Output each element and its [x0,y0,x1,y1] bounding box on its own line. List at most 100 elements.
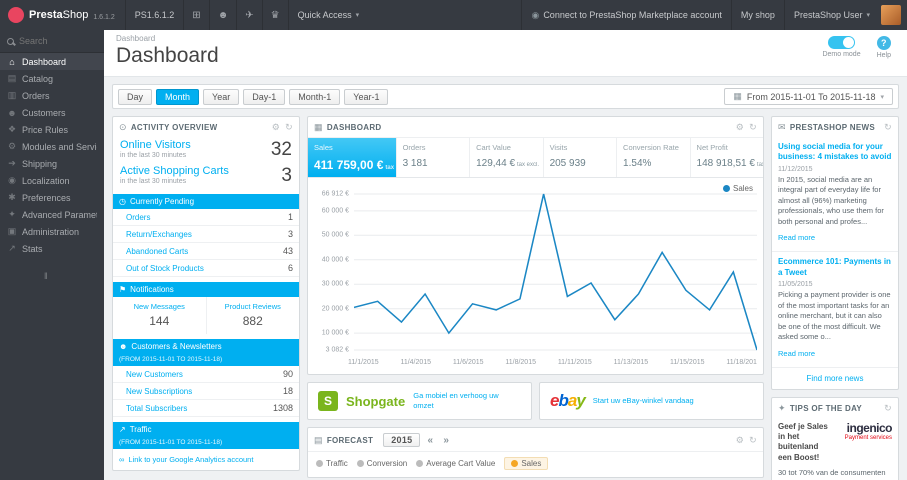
refresh-icon[interactable]: ↻ [884,403,892,414]
shopgate-ad[interactable]: S Shopgate Ga mobiel en verhoog uw omzet [307,382,532,420]
messages-icon[interactable]: ✈ [236,0,261,30]
quick-access-menu[interactable]: Quick Access ▾ [287,0,369,30]
refresh-icon[interactable]: ↻ [884,122,892,133]
kpi-net-profit[interactable]: Net Profit 148 918,51 €tax excl. [689,138,763,177]
globe-icon: ◉ [8,175,16,185]
next-year-button[interactable]: » [440,435,452,446]
refresh-icon[interactable]: ↻ [749,435,757,446]
sidebar-item-preferences[interactable]: ✱ Preferences [0,189,104,206]
sidebar-item-advanced-parameters[interactable]: ✦Advanced Parameters [0,206,104,223]
search-input[interactable] [19,36,91,46]
kpi-visits[interactable]: Visits 205 939 [542,138,616,177]
news-article-date: 11/05/2015 [778,281,813,289]
prestashop-logo[interactable]: PrestaShop 1.6.1.2 [0,0,125,30]
chart-legend[interactable]: Sales [722,184,753,193]
user-menu[interactable]: PrestaShop User ▾ [783,0,879,30]
sidebar-item-modules[interactable]: ⚙Modules and Services [0,138,104,155]
sidebar-item-administration[interactable]: ▣ Administration [0,223,104,240]
legend-average-cart-value[interactable]: Average Cart Value [416,459,495,468]
sidebar-item-localization[interactable]: ◉ Localization [0,172,104,189]
badges-icon[interactable]: ♛ [261,0,288,30]
gear-icon[interactable]: ⚙ [736,435,744,446]
sidebar-search[interactable] [0,30,104,53]
previous-year-button[interactable]: « [424,435,436,446]
pending-orders-row[interactable]: Orders 1 [113,209,299,226]
news-article-title[interactable]: Using social media for your business: 4 … [778,142,892,163]
help-label: Help [876,52,891,59]
active-carts-label: Active Shopping Carts [120,165,229,177]
filter-month-1-button[interactable]: Month-1 [289,88,341,105]
sidebar-item-customers[interactable]: ☻ Customers [0,104,104,121]
panel-tools: ⚙ ↻ [736,122,757,133]
demo-mode-toggle[interactable] [828,36,856,49]
legend-sales[interactable]: Sales [504,457,549,470]
shopgate-logo-icon: S [318,391,338,411]
filter-year-button[interactable]: Year [203,88,240,105]
sidebar-collapse-button[interactable]: ‖ [0,257,104,281]
kpi-cart-value[interactable]: Cart Value 129,44 € tax excl. [469,138,542,177]
customers-icon[interactable]: ☻ [208,0,237,30]
header-actions: Demo mode ? Help [822,36,891,59]
sidebar-item-dashboard[interactable]: ⌂ Dashboard [0,53,104,70]
sidebar-item-stats[interactable]: ↗ Stats [0,240,104,257]
person-icon: ☻ [7,107,17,118]
kpi-sales[interactable]: Sales 411 759,00 €tax excl. [308,138,396,177]
page-title: Dashboard [116,44,219,67]
legend-traffic[interactable]: Traffic [316,459,348,468]
active-carts-metric[interactable]: Active Shopping Carts in the last 30 min… [113,163,299,189]
marketplace-connect-link[interactable]: ◉ Connect to PrestaShop Marketplace acco… [521,0,730,30]
kpi-conversion-rate[interactable]: Conversion Rate 1.54% [616,138,689,177]
refresh-icon[interactable]: ↻ [285,122,293,133]
tag-icon: ❖ [7,124,17,134]
dashboard-columns: ⊙ ACTIVITY OVERVIEW ⚙ ↻ Online Visitors … [104,116,907,480]
kpi-orders[interactable]: Orders 3 181 [395,138,469,177]
filter-day-button[interactable]: Day [118,88,153,105]
sidebar-item-price-rules[interactable]: ❖ Price Rules [0,121,104,138]
news-article-title[interactable]: Ecommerce 101: Payments in a Tweet [778,257,892,278]
prestashop-news-panel: ✉ PRESTASHOP NEWS ↻ Using social media f… [771,116,899,390]
shop-name-link[interactable]: PS1.6.1.2 [124,0,184,30]
filter-year-1-button[interactable]: Year-1 [344,88,389,105]
panel-tools: ⚙ ↻ [736,435,757,446]
tip-icon: ✦ [778,402,786,413]
activity-panel-title: ACTIVITY OVERVIEW [130,123,218,132]
new-customers-row[interactable]: New Customers 90 [113,366,299,383]
pending-abandoned-carts-row[interactable]: Abandoned Carts 43 [113,243,299,260]
online-visitors-metric[interactable]: Online Visitors in the last 30 minutes 3… [113,137,299,163]
filter-day-1-button[interactable]: Day-1 [243,88,286,105]
new-messages-cell[interactable]: New Messages 144 [113,297,207,334]
average-cart-value-dot [416,460,424,467]
avatar[interactable] [881,5,901,25]
sidebar-item-shipping[interactable]: ➔ Shipping [0,155,104,172]
sidebar-item-orders[interactable]: ▥ Orders [0,87,104,104]
total-subscribers-row[interactable]: Total Subscribers 1308 [113,400,299,417]
refresh-icon[interactable]: ↻ [749,122,757,133]
gear-icon[interactable]: ⚙ [736,122,744,133]
tips-of-the-day-panel: ✦ TIPS OF THE DAY ↻ Geef je Sales in het… [771,396,899,480]
forecast-year-select[interactable]: 2015 [383,433,421,447]
google-analytics-link[interactable]: ∞ Link to your Google Analytics account [113,449,299,470]
sidebar-item-catalog[interactable]: ▤ Catalog [0,70,104,87]
catalog-icon: ▤ [7,73,17,83]
date-range-picker[interactable]: ▦ From 2015-11-01 To 2015-11-18 ▾ [724,88,893,105]
breadcrumb[interactable]: Dashboard [116,34,895,43]
read-more-link[interactable]: Read more [778,233,815,242]
ebay-ad[interactable]: ebay Start uw eBay-winkel vandaag [539,382,764,420]
filter-month-button[interactable]: Month [156,88,200,105]
product-reviews-cell[interactable]: Product Reviews 882 [207,297,300,334]
new-subscriptions-row[interactable]: New Subscriptions 18 [113,383,299,400]
legend-conversion[interactable]: Conversion [356,459,407,468]
gear-icon[interactable]: ⚙ [272,122,280,133]
pending-returns-row[interactable]: Return/Exchanges 3 [113,226,299,243]
sidebar-nav: ⌂ Dashboard ▤ Catalog ▥ Orders ☻ Customers ❖… [0,53,104,257]
dashboard-panel-title: DASHBOARD [326,123,382,132]
find-more-news-link[interactable]: Find more news [772,368,898,389]
pending-out-of-stock-row[interactable]: Out of Stock Products 6 [113,260,299,277]
cart-icon[interactable]: ⊞ [183,0,208,30]
quick-access-label: Quick Access [297,10,352,20]
help-icon[interactable]: ? [876,36,891,50]
my-shop-link[interactable]: My shop [730,0,784,30]
read-more-link[interactable]: Read more [778,349,815,358]
demo-mode-label: Demo mode [822,51,861,58]
middle-column: ▦ DASHBOARD ⚙ ↻ Sales 411 759,00 €tax ex… [307,116,764,478]
